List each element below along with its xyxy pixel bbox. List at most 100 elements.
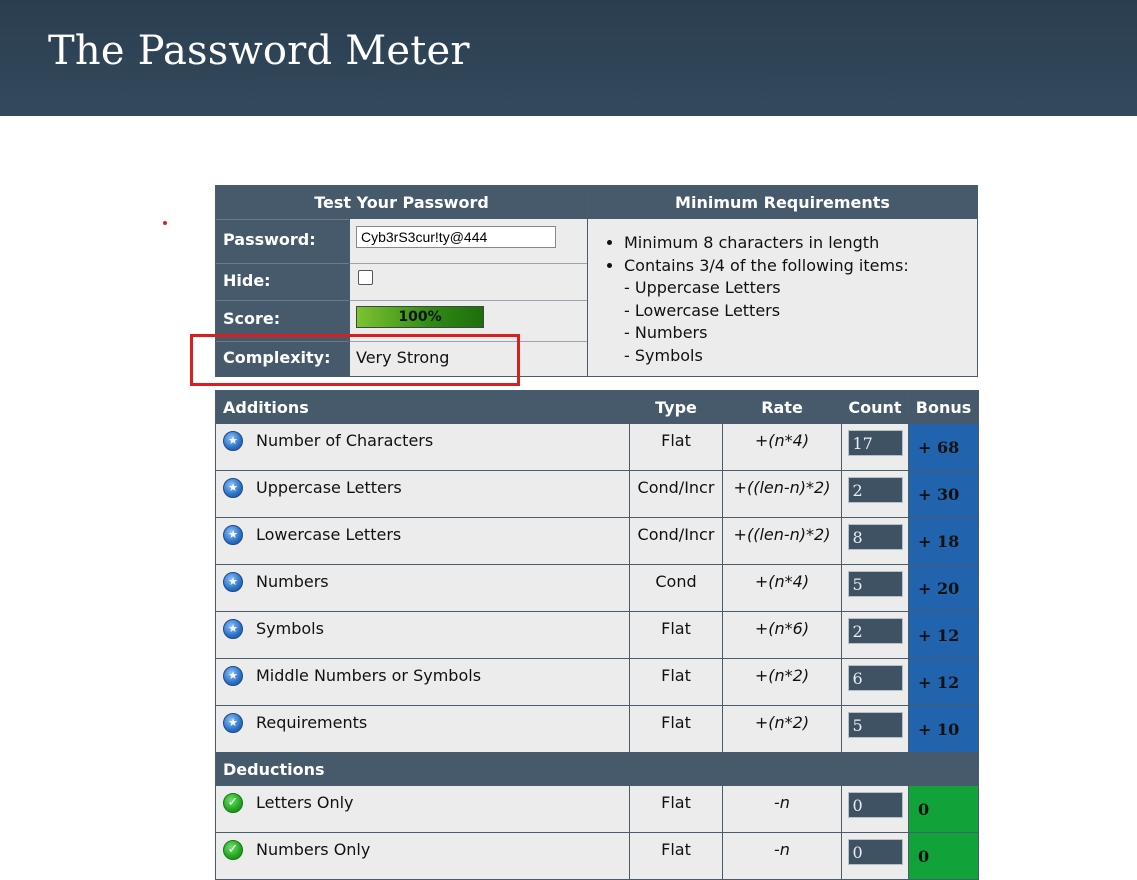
rate-cell: +(n*2) [722, 705, 842, 753]
site-header: The Password Meter [0, 0, 1137, 116]
criterion-cell: ★ Middle Numbers or Symbols [215, 658, 630, 706]
hide-label: Hide: [216, 263, 349, 300]
count-cell: 8 [841, 517, 909, 565]
criterion-name: Lowercase Letters [256, 525, 402, 544]
type-cell: Flat [629, 658, 723, 706]
requirements-list: Minimum 8 characters in length Contains … [606, 232, 909, 367]
table-row: ★ Lowercase Letters Cond/Incr +((len-n)*2) 8… [215, 517, 979, 565]
table-row: ★ Numbers Cond +(n*4) 5 + 20 [215, 564, 979, 612]
bonus-cell: + 12 [908, 658, 979, 706]
table-row: ✓ Numbers Only Flat -n 0 0 [215, 832, 979, 880]
criterion-cell: ✓ Letters Only [215, 785, 630, 833]
count-field: 17 [847, 430, 903, 456]
type-cell: Cond/Incr [629, 517, 723, 565]
rate-cell: -n [722, 832, 842, 880]
type-header: Type [629, 390, 723, 424]
check-icon: ✓ [223, 793, 243, 813]
bonus-cell: + 20 [908, 564, 979, 612]
rate-cell: +(n*6) [722, 611, 842, 659]
table-row: ★ Symbols Flat +(n*6) 2 + 12 [215, 611, 979, 659]
bonus-cell: + 10 [908, 705, 979, 753]
count-field: 0 [847, 792, 903, 818]
additions-header: Additions [215, 390, 630, 424]
password-input[interactable] [356, 226, 556, 248]
rate-header: Rate [722, 390, 842, 424]
bonus-header: Bonus [908, 390, 979, 424]
criterion-cell: ★ Requirements [215, 705, 630, 753]
type-cell: Flat [629, 611, 723, 659]
count-cell: 2 [841, 611, 909, 659]
table-row: ★ Middle Numbers or Symbols Flat +(n*2) 6 + 1… [215, 658, 979, 706]
count-cell: 5 [841, 564, 909, 612]
criterion-cell: ✓ Numbers Only [215, 832, 630, 880]
count-field: 6 [847, 665, 903, 691]
count-field: 5 [847, 571, 903, 597]
count-field: 0 [847, 839, 903, 865]
table-row: ★ Uppercase Letters Cond/Incr +((len-n)*2) 2… [215, 470, 979, 518]
star-icon: ★ [223, 478, 243, 498]
star-icon: ★ [223, 572, 243, 592]
count-cell: 0 [841, 785, 909, 833]
count-field: 2 [847, 618, 903, 644]
star-icon: ★ [223, 431, 243, 451]
count-field: 8 [847, 524, 903, 550]
bonus-cell: + 30 [908, 470, 979, 518]
rate-cell: +(n*2) [722, 658, 842, 706]
rate-cell: +((len-n)*2) [722, 517, 842, 565]
count-cell: 0 [841, 832, 909, 880]
requirement-subitem: - Lowercase Letters [624, 300, 781, 320]
criterion-name: Number of Characters [256, 431, 434, 450]
criterion-name: Uppercase Letters [256, 478, 402, 497]
deductions-header: Deductions [215, 752, 979, 786]
star-icon: ★ [223, 713, 243, 733]
type-cell: Cond [629, 564, 723, 612]
site-title: The Password Meter [48, 28, 470, 74]
type-cell: Flat [629, 832, 723, 880]
type-cell: Flat [629, 423, 723, 471]
bonus-cell: 0 [908, 785, 979, 833]
rate-cell: +(n*4) [722, 564, 842, 612]
bonus-cell: 0 [908, 832, 979, 880]
bonus-cell: + 12 [908, 611, 979, 659]
criterion-cell: ★ Number of Characters [215, 423, 630, 471]
hide-checkbox[interactable] [358, 270, 373, 285]
star-icon: ★ [223, 666, 243, 686]
criterion-cell: ★ Uppercase Letters [215, 470, 630, 518]
requirement-item: Contains 3/4 of the following items: [624, 255, 909, 278]
star-icon: ★ [223, 619, 243, 639]
count-field: 2 [847, 477, 903, 503]
star-icon: ★ [223, 525, 243, 545]
criterion-cell: ★ Lowercase Letters [215, 517, 630, 565]
count-field: 5 [847, 712, 903, 738]
scoring-table: Additions Type Rate Count Bonus ★ Number … [215, 390, 979, 880]
check-icon: ✓ [223, 840, 243, 860]
requirement-item: Minimum 8 characters in length [624, 232, 909, 255]
rate-cell: +((len-n)*2) [722, 470, 842, 518]
rate-cell: +(n*4) [722, 423, 842, 471]
criterion-name: Middle Numbers or Symbols [256, 666, 482, 685]
row-divider [350, 300, 587, 301]
criterion-name: Symbols [256, 619, 324, 638]
column-divider [587, 186, 588, 376]
criterion-cell: ★ Numbers [215, 564, 630, 612]
criterion-name: Letters Only [256, 793, 354, 812]
red-dot-marker [163, 221, 167, 225]
complexity-highlight-box [190, 334, 520, 386]
criterion-name: Numbers Only [256, 840, 371, 859]
test-heading: Test Your Password [216, 186, 587, 219]
score-bar: 100% [356, 306, 484, 328]
criterion-cell: ★ Symbols [215, 611, 630, 659]
requirement-subitem: - Numbers [624, 323, 708, 342]
table-row: ★ Number of Characters Flat +(n*4) 17 + 68 [215, 423, 979, 471]
password-label: Password: [216, 219, 349, 263]
count-cell: 5 [841, 705, 909, 753]
count-cell: 2 [841, 470, 909, 518]
rate-cell: -n [722, 785, 842, 833]
count-cell: 6 [841, 658, 909, 706]
type-cell: Flat [629, 705, 723, 753]
count-cell: 17 [841, 423, 909, 471]
count-header: Count [841, 390, 909, 424]
row-divider [350, 263, 587, 264]
bonus-cell: + 18 [908, 517, 979, 565]
type-cell: Flat [629, 785, 723, 833]
